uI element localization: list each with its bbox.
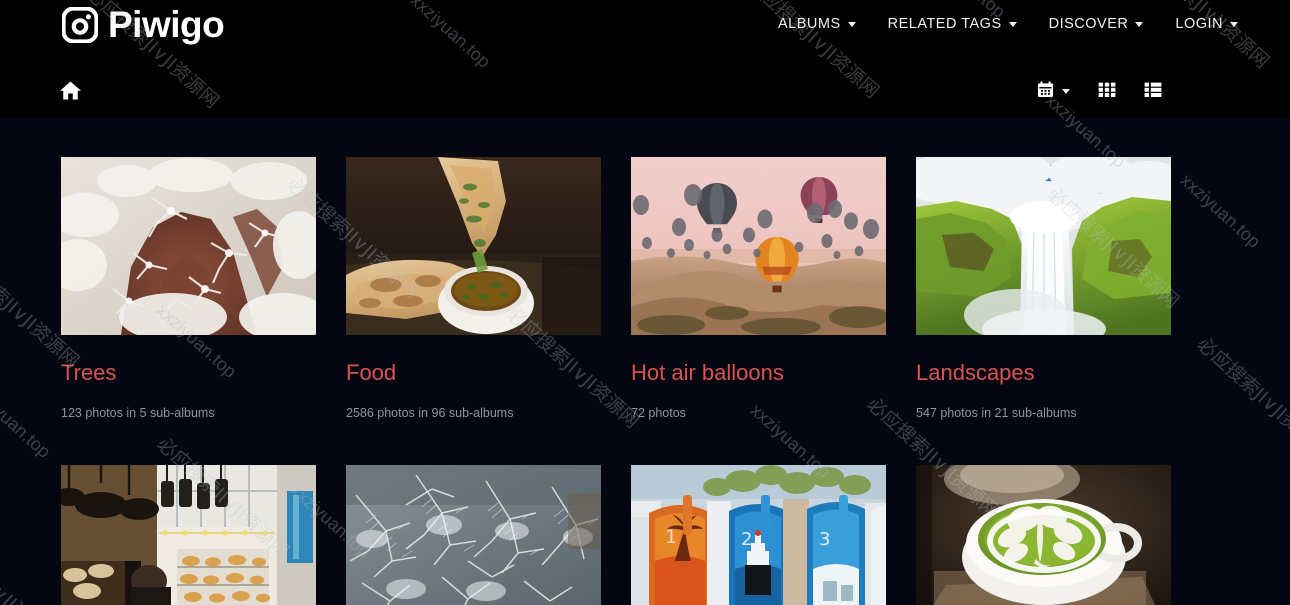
album-thumbnail-matcha-latte-art[interactable] [916,465,1171,605]
album-thumbnail-painted-mailboxes[interactable]: 1 2 3 [631,465,886,605]
piwigo-gallery-page: Piwigo ALBUMS RELATED TAGS DISCOVER LOGI… [0,0,1290,605]
album-card-food[interactable]: Food 2586 photos in 96 sub-albums [346,157,601,421]
nav-item-albums[interactable]: ALBUMS [778,16,856,32]
album-card-mailboxes[interactable]: 1 2 3 [631,465,886,605]
album-card-bakery[interactable] [61,465,316,605]
grid-view-button[interactable] [1098,80,1116,103]
album-thumbnail-waterfall-green-cliffs[interactable] [916,157,1171,335]
album-photo-count: 2586 photos in 96 sub-albums [346,406,514,421]
album-thumbnail-frost-crystals-on-glass[interactable] [346,465,601,605]
nav-item-related-tags-label: RELATED TAGS [887,16,1002,32]
album-photo-count: 72 photos [631,406,686,421]
calendar-icon [1037,80,1054,103]
main-navigation: ALBUMS RELATED TAGS DISCOVER LOGIN [778,16,1238,32]
chevron-down-icon [1135,21,1144,27]
camera-rounded-square-icon [61,6,99,44]
album-listing: Trees 123 photos in 5 sub-albums Food 25… [0,118,1290,605]
nav-item-login[interactable]: LOGIN [1175,16,1238,32]
album-photo-count: 547 photos in 21 sub-albums [916,406,1077,421]
album-card-landscapes[interactable]: Landscapes 547 photos in 21 sub-albums [916,157,1171,421]
chevron-down-icon [1062,89,1070,94]
album-grid-row-2: 1 2 3 [61,465,1231,605]
brand-logo[interactable]: Piwigo [61,3,225,45]
grid-view-icon [1098,80,1116,103]
site-header: Piwigo ALBUMS RELATED TAGS DISCOVER LOGI… [0,0,1290,118]
album-grid-row-1: Trees 123 photos in 5 sub-albums Food 25… [61,157,1231,421]
album-card-matcha-latte[interactable] [916,465,1171,605]
album-title-link[interactable]: Landscapes [916,360,1171,385]
album-title-link[interactable]: Food [346,360,601,385]
chevron-down-icon [1230,21,1238,27]
nav-item-login-label: LOGIN [1175,16,1223,32]
svg-text:1: 1 [665,526,677,548]
album-thumbnail-flatbread-with-dipping-sauce[interactable] [346,157,601,335]
album-photo-count: 123 photos in 5 sub-albums [61,406,215,421]
nav-item-discover-label: DISCOVER [1048,16,1129,32]
album-title-link[interactable]: Trees [61,360,316,385]
album-card-frost[interactable] [346,465,601,605]
album-thumbnail-bakery-cafe-interior[interactable] [61,465,316,605]
list-view-icon [1144,80,1162,103]
calendar-view-button[interactable] [1037,80,1070,103]
secondary-toolbar [0,62,1290,118]
album-thumbnail-snow-covered-tree-bark[interactable] [61,157,316,335]
nav-item-related-tags[interactable]: RELATED TAGS [888,16,1017,32]
album-card-hot-air-balloons[interactable]: Hot air balloons 72 photos [631,157,886,421]
brand-name: Piwigo [108,3,225,45]
home-button[interactable] [59,80,82,106]
home-icon [59,81,82,105]
album-title-link[interactable]: Hot air balloons [631,360,886,385]
album-thumbnail-hot-air-balloons-over-valley[interactable] [631,157,886,335]
svg-text:3: 3 [819,529,830,550]
view-tools [1037,80,1162,103]
svg-text:2: 2 [741,529,752,550]
nav-item-discover[interactable]: DISCOVER [1049,16,1144,32]
nav-item-albums-label: ALBUMS [778,16,841,32]
list-view-button[interactable] [1144,80,1162,103]
album-card-trees[interactable]: Trees 123 photos in 5 sub-albums [61,157,316,421]
chevron-down-icon [1008,21,1017,27]
chevron-down-icon [847,21,856,27]
